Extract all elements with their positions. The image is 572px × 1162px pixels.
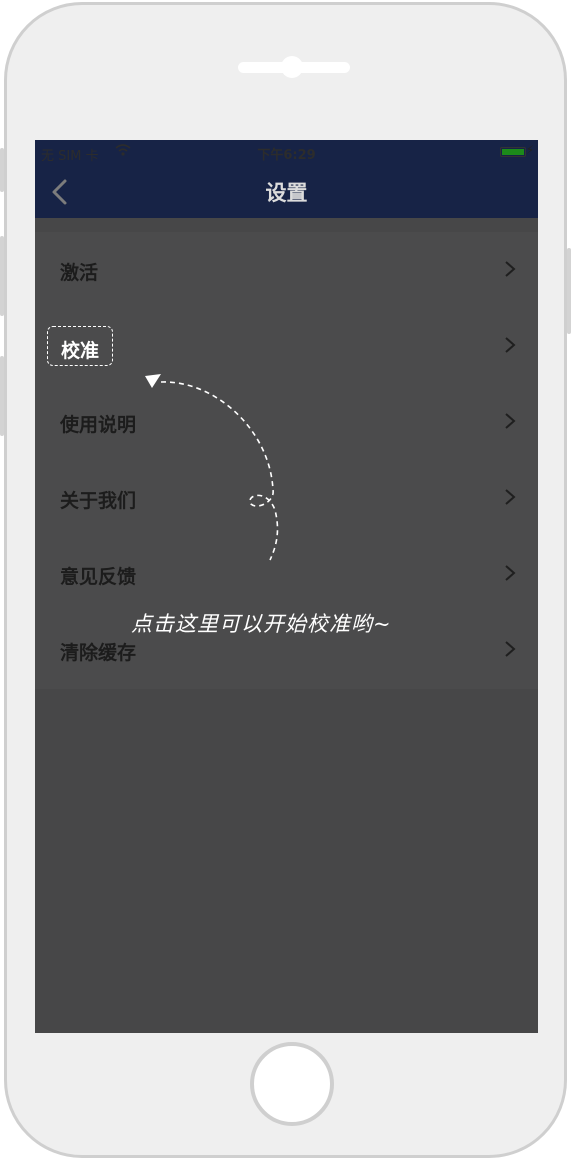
phone-screen: 无 SIM 卡 下午6:29 ⚡ 设置 激活 使用说明 关于我们 意见反馈 清除… <box>35 140 538 1033</box>
tutorial-arrow-icon <box>145 374 279 561</box>
front-camera <box>281 56 303 78</box>
volume-down-button <box>0 356 4 436</box>
mute-switch <box>0 148 4 192</box>
power-button <box>567 248 571 334</box>
home-button[interactable] <box>250 1042 334 1126</box>
tutorial-hint-text: 点击这里可以开始校准哟~ <box>131 612 392 636</box>
volume-up-button <box>0 236 4 316</box>
